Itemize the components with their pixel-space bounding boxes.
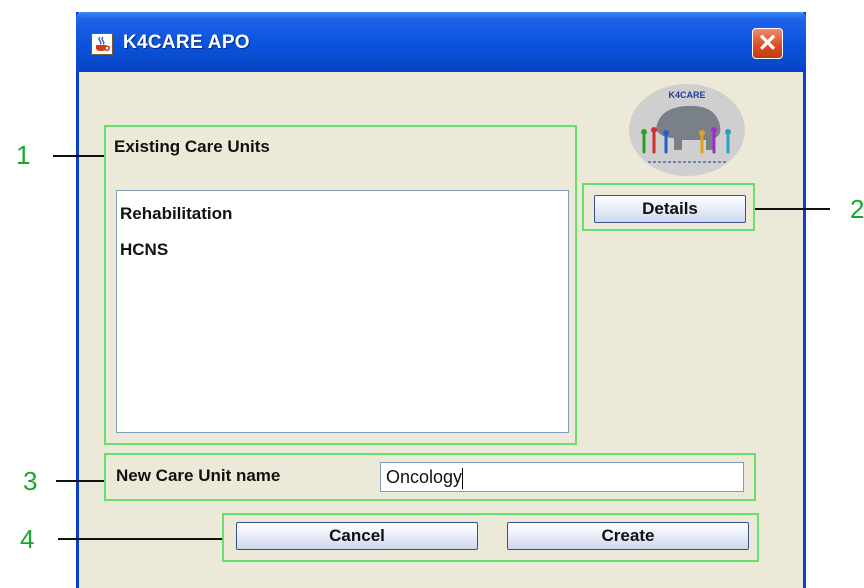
callout-4-leader — [58, 538, 222, 540]
existing-units-label: Existing Care Units — [114, 137, 270, 156]
details-button[interactable]: Details — [594, 195, 746, 223]
callout-4: 4 — [20, 524, 35, 554]
new-unit-name-input[interactable]: Oncology — [380, 462, 744, 492]
cancel-button[interactable]: Cancel — [236, 522, 478, 550]
new-unit-label: New Care Unit name — [116, 466, 281, 485]
new-unit-value: Oncology — [386, 467, 463, 487]
callout-1-leader — [53, 155, 104, 157]
title-bar[interactable]: K4CARE APO ✕ — [76, 12, 806, 72]
callout-2: 2 — [850, 194, 864, 224]
care-units-list[interactable]: Rehabilitation HCNS — [116, 190, 569, 433]
k4care-logo: K4CARE — [628, 82, 746, 178]
callout-1: 1 — [16, 140, 31, 170]
logo-text: K4CARE — [668, 90, 705, 100]
window-title: K4CARE APO — [123, 32, 250, 53]
close-icon: ✕ — [757, 30, 778, 57]
callout-3: 3 — [23, 466, 38, 496]
callout-3-leader — [56, 480, 104, 482]
list-item[interactable]: HCNS — [120, 240, 168, 260]
java-cup-icon — [91, 33, 113, 55]
text-caret — [462, 467, 464, 489]
close-button[interactable]: ✕ — [752, 28, 783, 59]
create-button[interactable]: Create — [507, 522, 749, 550]
callout-2-leader — [755, 208, 830, 210]
list-item[interactable]: Rehabilitation — [120, 204, 232, 224]
